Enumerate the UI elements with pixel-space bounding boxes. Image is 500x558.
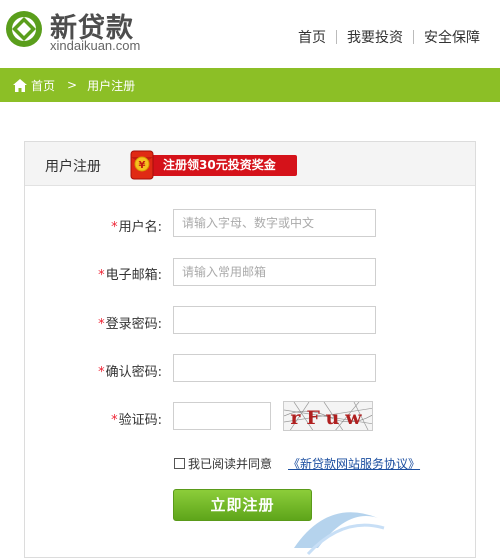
captcha-noise: rFuw [284, 402, 372, 430]
agreement-row: 我已阅读并同意 《新贷款网站服务协议》 [174, 455, 420, 472]
logo-url: xindaikuan.com [50, 38, 141, 53]
username-label: *用户名: [24, 216, 162, 235]
confirm-password-label: *确认密码: [24, 361, 162, 380]
logo-icon[interactable] [5, 10, 43, 48]
card-header: 用户注册 注册领30元投资奖金 ¥ [25, 142, 475, 186]
password-label: *登录密码: [24, 313, 162, 332]
watermark-logo [294, 512, 385, 556]
password-label-text: 登录密码: [105, 317, 162, 332]
captcha-code: rFuw [290, 407, 367, 429]
breadcrumb-home[interactable]: 首页 [31, 77, 55, 94]
email-label: *电子邮箱: [24, 264, 162, 283]
captcha-label-text: 验证码: [118, 413, 162, 428]
nav-security[interactable]: 安全保障 [414, 27, 490, 47]
breadcrumb-separator: > [67, 78, 78, 92]
site-header: 新贷款 xindaikuan.com 首页 我要投资 安全保障 [0, 0, 500, 68]
required-mark: * [111, 220, 118, 235]
svg-text:¥: ¥ [139, 160, 146, 171]
main-nav: 首页 我要投资 安全保障 [288, 27, 490, 47]
nav-home[interactable]: 首页 [288, 27, 336, 47]
agree-checkbox[interactable] [174, 458, 185, 469]
card-title: 用户注册 [45, 159, 101, 175]
agreement-link[interactable]: 《新贷款网站服务协议》 [288, 455, 420, 472]
email-label-text: 电子邮箱: [105, 268, 162, 283]
required-mark: * [111, 413, 118, 428]
promo-text[interactable]: 注册领30元投资奖金 [149, 155, 297, 176]
agree-text: 我已阅读并同意 [188, 457, 273, 471]
breadcrumb-current: 用户注册 [87, 78, 136, 93]
username-input[interactable] [173, 209, 376, 237]
confirm-password-input[interactable] [173, 354, 376, 382]
confirm-password-label-text: 确认密码: [105, 365, 162, 380]
username-label-text: 用户名: [118, 220, 162, 235]
nav-invest[interactable]: 我要投资 [337, 27, 413, 47]
home-icon [13, 78, 27, 92]
password-input[interactable] [173, 306, 376, 334]
required-mark: * [98, 268, 105, 283]
email-input[interactable] [173, 258, 376, 286]
captcha-label: *验证码: [24, 409, 162, 428]
captcha-image[interactable]: rFuw [283, 401, 373, 431]
breadcrumb: 首页 > 用户注册 [0, 68, 500, 102]
captcha-input[interactable] [173, 402, 271, 430]
required-mark: * [98, 365, 105, 380]
red-envelope-icon: ¥ [130, 150, 154, 180]
required-mark: * [98, 317, 105, 332]
